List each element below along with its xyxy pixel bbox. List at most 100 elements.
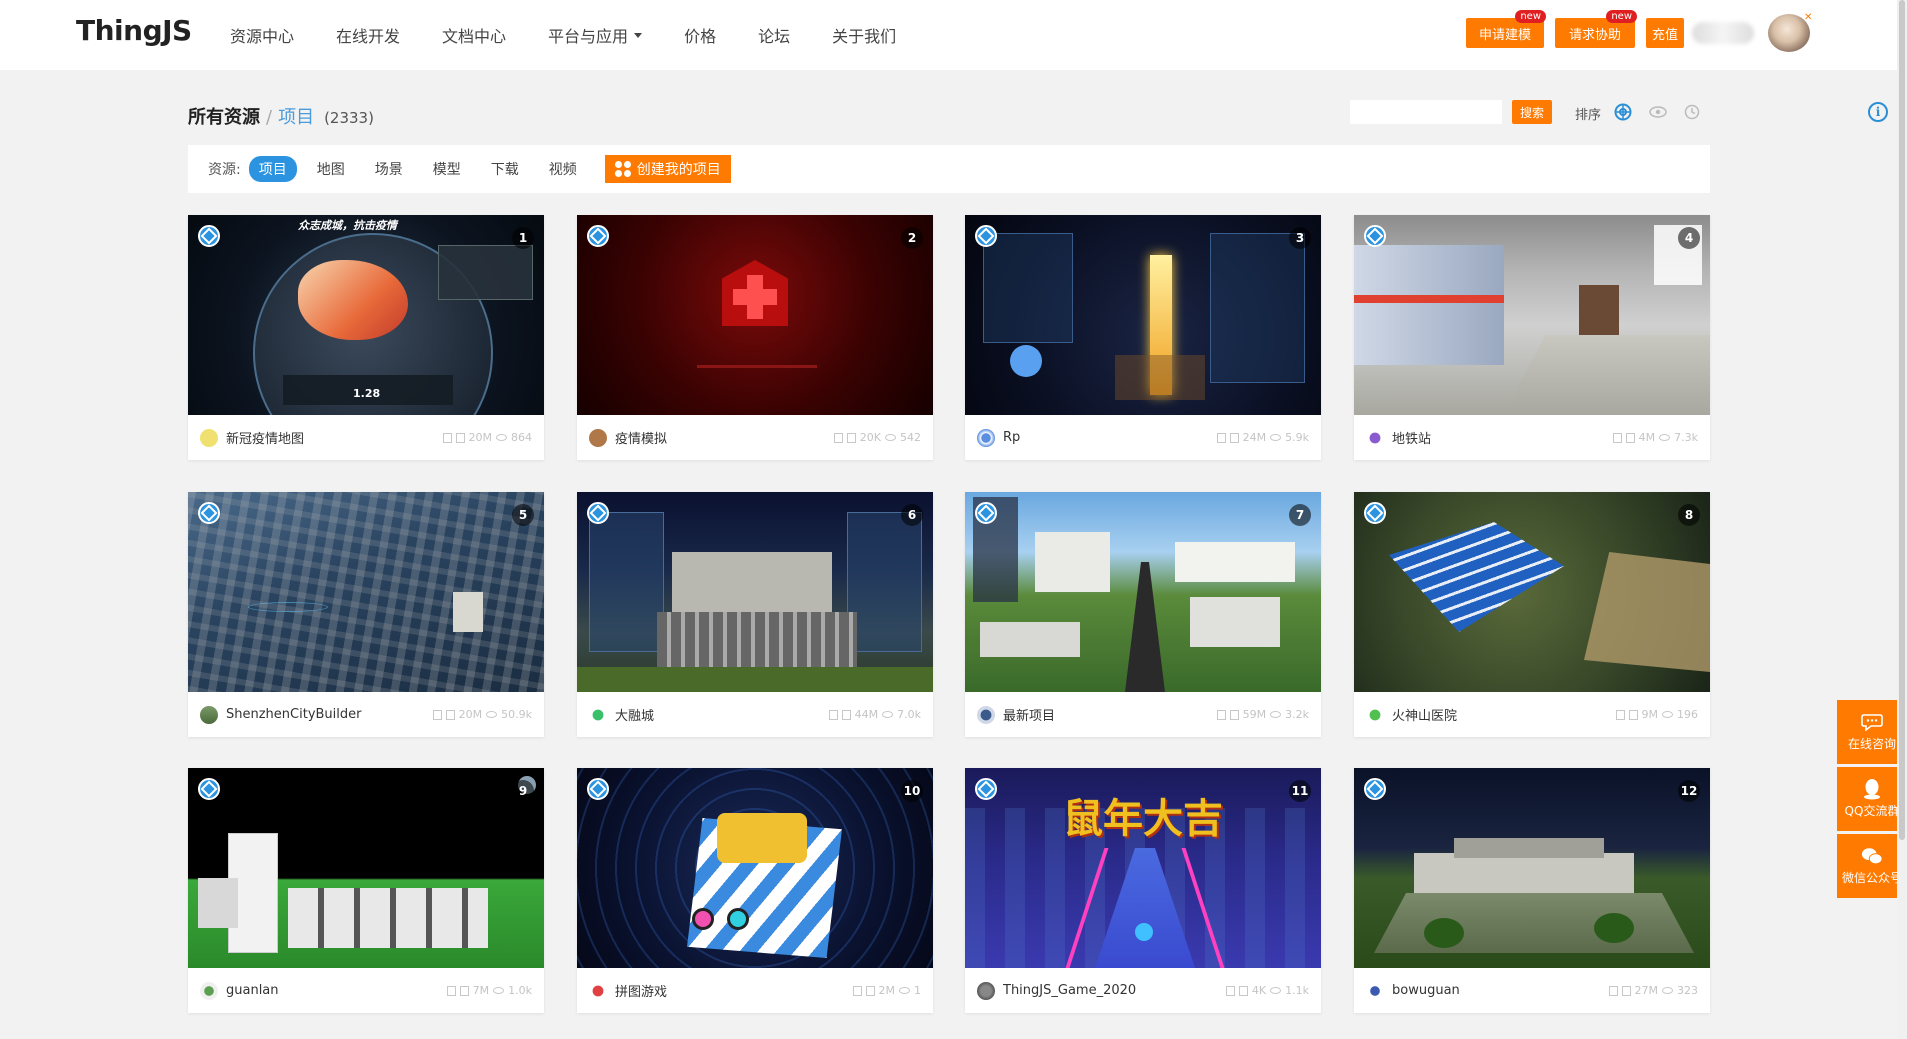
close-icon[interactable]: ✕ [1804, 12, 1812, 23]
nav-label: 平台与应用 [548, 27, 629, 46]
project-type-icon [587, 778, 609, 800]
nav-resource-center[interactable]: 资源中心 [230, 23, 294, 47]
project-card[interactable]: 3 Rp 24M 5.9k [965, 215, 1321, 460]
project-meta: 拼图游戏 2M 1 [577, 968, 933, 1013]
project-type-icon [587, 225, 609, 247]
project-name[interactable]: ShenzhenCityBuilder [226, 707, 433, 722]
project-name[interactable]: ThingJS_Game_2020 [1003, 983, 1226, 998]
project-card[interactable]: 6 大融城 44M 7.0k [577, 492, 933, 737]
nav-pricing[interactable]: 价格 [684, 23, 716, 47]
project-name[interactable]: Rp [1003, 430, 1217, 445]
thumb-stat: 1.28 [353, 387, 381, 400]
sort-by-views-icon[interactable] [1648, 102, 1668, 122]
rank-number: 9 [512, 780, 534, 802]
create-project-button[interactable]: 创建我的项目 [604, 155, 731, 183]
filter-chip-project[interactable]: 项目 [248, 156, 297, 182]
project-thumbnail: 鼠年大吉 11 [965, 768, 1321, 968]
eye-icon [1270, 987, 1282, 994]
project-card[interactable]: 鼠年大吉 11 ThingJS_Game_2020 4K 1.1k [965, 768, 1321, 1013]
info-icon[interactable]: i [1868, 102, 1888, 122]
project-name[interactable]: 最新项目 [1003, 705, 1217, 724]
recharge-button[interactable]: 充值 [1646, 18, 1684, 48]
project-name[interactable]: bowuguan [1392, 983, 1609, 998]
project-name[interactable]: 疫情模拟 [615, 428, 834, 447]
project-meta: 地铁站 4M 7.3k [1354, 415, 1710, 460]
wechat-account-label: 微信公众号 [1841, 870, 1902, 885]
nav-label: 论坛 [758, 27, 791, 46]
nav-about[interactable]: 关于我们 [832, 23, 896, 47]
project-name[interactable]: 大融城 [615, 705, 829, 724]
project-card[interactable]: 1.28 众志成城，抗击疫情 1 新冠疫情地图 20M 864 [188, 215, 544, 460]
project-type-icon [1364, 225, 1386, 247]
project-meta: Rp 24M 5.9k [965, 415, 1321, 460]
project-name[interactable]: 火神山医院 [1392, 705, 1616, 724]
project-size: 9M [1641, 708, 1659, 721]
calendar-icon [1225, 985, 1235, 996]
nav-docs[interactable]: 文档中心 [442, 23, 506, 47]
sort-by-recommend-icon[interactable] [1613, 102, 1633, 122]
rank-number: 5 [512, 504, 534, 526]
project-name[interactable]: 拼图游戏 [615, 981, 853, 1000]
breadcrumb-all-resources[interactable]: 所有资源 [188, 103, 260, 129]
file-icon [445, 709, 455, 720]
project-stats: 2M 1 [852, 984, 921, 997]
project-card[interactable]: 9 guanlan 7M 1.0k [188, 768, 544, 1013]
scrollbar-thumb[interactable] [1899, 0, 1905, 840]
user-avatar [589, 428, 607, 447]
project-type-icon [198, 225, 220, 247]
project-views: 7.3k [1674, 431, 1698, 444]
wechat-icon [1861, 847, 1883, 865]
filter-chip-video[interactable]: 视频 [539, 156, 587, 182]
project-type-icon [587, 502, 609, 524]
breadcrumb-separator: / [266, 107, 273, 128]
vertical-scrollbar[interactable] [1897, 0, 1907, 1039]
thingjs-logo[interactable]: ThingJS [76, 14, 192, 47]
project-card[interactable]: 7 最新项目 59M 3.2k [965, 492, 1321, 737]
filter-chip-model[interactable]: 模型 [423, 156, 471, 182]
project-card[interactable]: 4 地铁站 4M 7.3k [1354, 215, 1710, 460]
project-views: 196 [1677, 708, 1698, 721]
search-input[interactable] [1350, 100, 1502, 124]
project-meta: 大融城 44M 7.0k [577, 692, 933, 737]
project-thumbnail: 8 [1354, 492, 1710, 692]
project-meta: 疫情模拟 20K 542 [577, 415, 933, 460]
project-type-icon [198, 778, 220, 800]
file-icon [1229, 432, 1239, 443]
project-card[interactable]: 12 bowuguan 27M 323 [1354, 768, 1710, 1013]
request-help-button[interactable]: 请求协助 new [1555, 10, 1637, 48]
project-card[interactable]: 2 疫情模拟 20K 542 [577, 215, 933, 460]
project-card[interactable]: 8 火神山医院 9M 196 [1354, 492, 1710, 737]
eye-icon [885, 434, 896, 441]
project-stats: 4M 7.3k [1612, 431, 1698, 444]
apply-model-button[interactable]: 申请建模 new [1466, 10, 1546, 48]
user-avatar [1366, 705, 1384, 724]
create-project-label: 创建我的项目 [636, 162, 721, 178]
nav-forum[interactable]: 论坛 [758, 23, 790, 47]
filter-chip-scene[interactable]: 场景 [365, 156, 413, 182]
caret-down-icon [634, 32, 643, 38]
filter-chip-map[interactable]: 地图 [307, 156, 355, 182]
project-name[interactable]: 地铁站 [1392, 428, 1613, 447]
project-meta: guanlan 7M 1.0k [188, 968, 544, 1013]
nav-platform-apps[interactable]: 平台与应用 [548, 23, 643, 47]
eye-icon [882, 711, 894, 718]
project-card[interactable]: 10 拼图游戏 2M 1 [577, 768, 933, 1013]
project-card[interactable]: 5 ShenzhenCityBuilder 20M 50.9k [188, 492, 544, 737]
project-meta: 火神山医院 9M 196 [1354, 692, 1710, 737]
nav-online-dev[interactable]: 在线开发 [336, 23, 400, 47]
main-nav: 资源中心 在线开发 文档中心 平台与应用 价格 论坛 关于我们 [230, 0, 938, 70]
project-type-icon [1364, 502, 1386, 524]
filter-chip-download[interactable]: 下载 [481, 156, 529, 182]
project-name[interactable]: guanlan [226, 983, 447, 998]
file-icon [1229, 709, 1239, 720]
sort-by-time-icon[interactable] [1682, 102, 1702, 122]
qq-icon [1861, 778, 1883, 799]
file-icon [846, 432, 856, 443]
project-views: 3.2k [1285, 708, 1309, 721]
calendar-icon [1216, 432, 1226, 443]
user-avatar [977, 705, 995, 724]
project-meta: ThingJS_Game_2020 4K 1.1k [965, 968, 1321, 1013]
project-name[interactable]: 新冠疫情地图 [226, 428, 443, 447]
username[interactable] [1692, 22, 1754, 44]
search-button[interactable]: 搜索 [1512, 100, 1552, 124]
